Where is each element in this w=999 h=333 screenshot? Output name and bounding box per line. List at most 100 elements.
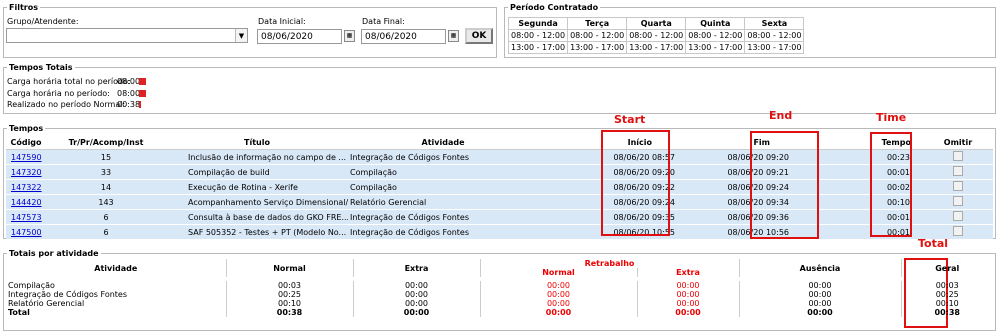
normal-cell: 00:10	[225, 299, 353, 308]
geral-cell: 00:10	[900, 299, 993, 308]
omitir-checkbox[interactable]	[923, 209, 993, 225]
codigo-link[interactable]: 147573	[6, 209, 46, 225]
table-row[interactable]: 147320 33 Compilação de build Compilação…	[6, 164, 993, 180]
period-cell: 08:00 - 12:00	[744, 29, 805, 42]
bar-icon	[139, 78, 146, 85]
codigo-link-text[interactable]: 147322	[11, 183, 42, 192]
ret-normal-cell: 00:00	[479, 290, 637, 299]
period-cell: 08:00 - 12:00	[685, 29, 746, 42]
col-header: Atividade	[348, 135, 538, 150]
geral-cell: 00:38	[900, 308, 993, 317]
ausencia-cell: 00:00	[738, 281, 901, 290]
codigo-link[interactable]: 147322	[6, 179, 46, 195]
carga-total-value: 08:00	[117, 77, 141, 86]
bar-icon	[139, 101, 141, 108]
bar-icon	[139, 90, 146, 97]
period-cell: 08:00 - 12:00	[507, 29, 569, 42]
data-inicial-input[interactable]: 08/06/2020	[257, 29, 342, 44]
period-cell: 13:00 - 17:00	[567, 41, 628, 54]
end-highlight-box	[750, 131, 819, 239]
checkbox-icon[interactable]	[953, 196, 963, 206]
ausencia-cell: 00:00	[738, 308, 901, 317]
carga-label: Carga horária no período:	[7, 89, 110, 98]
checkbox-icon[interactable]	[953, 181, 963, 191]
tr-cell: 6	[46, 224, 166, 239]
codigo-link-text[interactable]: 147500	[11, 228, 42, 237]
atividade-cell: Integração de Códigos Fontes	[8, 290, 128, 299]
atividade-cell: Relatório Gerencial	[348, 194, 538, 210]
table-row: Integração de Códigos Fontes 00:25 00:00…	[6, 290, 993, 299]
table-row: Relatório Gerencial 00:10 00:00 00:00 00…	[6, 299, 993, 308]
normal-cell: 00:38	[225, 308, 353, 317]
codigo-link-text[interactable]: 147590	[11, 153, 42, 162]
calendar-icon[interactable]: ▦	[448, 30, 459, 42]
col-header: Geral	[900, 259, 993, 277]
realizado-label: Realizado no período Normal:	[7, 100, 126, 109]
normal-cell: 00:03	[225, 281, 353, 290]
ret-extra-cell: 00:00	[636, 299, 739, 308]
checkbox-icon[interactable]	[953, 211, 963, 221]
time-highlight-box	[870, 132, 912, 237]
col-header: Código	[6, 135, 46, 150]
codigo-link[interactable]: 147590	[6, 149, 46, 165]
realizado-value: 00:38	[117, 100, 141, 109]
ret-normal-cell: 00:00	[479, 281, 637, 290]
carga-total-label: Carga horária total no período:	[7, 77, 131, 86]
chevron-down-icon[interactable]: ▼	[235, 29, 247, 42]
tr-cell: 14	[46, 179, 166, 195]
end-annotation: End	[769, 109, 793, 122]
tempos-totais-panel: Tempos Totais	[3, 63, 996, 114]
codigo-link[interactable]: 147320	[6, 164, 46, 180]
ok-button[interactable]: OK	[465, 28, 493, 44]
tr-cell: 33	[46, 164, 166, 180]
table-row[interactable]: 147590 15 Inclusão de informação no camp…	[6, 149, 993, 165]
titulo-cell: SAF 505352 - Testes + PT (Modelo No...	[166, 224, 348, 239]
total-row: Total 00:38 00:00 00:00 00:00 00:00 00:3…	[6, 308, 993, 317]
total-label: Total	[8, 308, 30, 317]
tr-cell: 143	[46, 194, 166, 210]
col-header: Omitir	[923, 135, 993, 150]
col-header: Atividade	[94, 263, 138, 273]
calendar-icon[interactable]: ▦	[344, 30, 355, 42]
omitir-checkbox[interactable]	[923, 194, 993, 210]
day-header: Segunda	[507, 17, 569, 30]
titulo-cell: Compilação de build	[166, 164, 348, 180]
checkbox-icon[interactable]	[953, 226, 963, 236]
table-row[interactable]: 144420 143 Acompanhamento Serviço Dimens…	[6, 194, 993, 210]
data-final-label: Data Final:	[362, 17, 405, 26]
col-header: Normal	[225, 259, 353, 277]
day-header: Quinta	[685, 17, 746, 30]
omitir-checkbox[interactable]	[923, 179, 993, 195]
table-row[interactable]: 147322 14 Execução de Rotina - Xerife Co…	[6, 179, 993, 195]
period-cell: 13:00 - 17:00	[626, 41, 687, 54]
data-final-input[interactable]: 08/06/2020	[361, 29, 446, 44]
codigo-link-text[interactable]: 147320	[11, 168, 42, 177]
omitir-checkbox[interactable]	[923, 164, 993, 180]
period-cell: 13:00 - 17:00	[744, 41, 805, 54]
ret-extra-cell: 00:00	[636, 290, 739, 299]
normal-cell: 00:25	[225, 290, 353, 299]
start-annotation: Start	[614, 113, 646, 126]
checkbox-icon[interactable]	[953, 151, 963, 161]
atividade-cell: Integração de Códigos Fontes	[348, 209, 538, 225]
grupo-select[interactable]: ▼	[6, 28, 248, 43]
codigo-link[interactable]: 144420	[6, 194, 46, 210]
extra-cell: 00:00	[352, 299, 480, 308]
codigo-link-text[interactable]: 147573	[11, 213, 42, 222]
extra-cell: 00:00	[352, 290, 480, 299]
atividade-cell: Compilação	[8, 281, 55, 290]
table-row[interactable]: 147500 6 SAF 505352 - Testes + PT (Model…	[6, 224, 993, 239]
col-header: Retrabalho	[479, 259, 739, 268]
omitir-checkbox[interactable]	[923, 149, 993, 165]
col-header: Título	[166, 135, 348, 150]
codigo-link-text[interactable]: 144420	[11, 198, 42, 207]
tr-cell: 15	[46, 149, 166, 165]
atividade-cell: Integração de Códigos Fontes	[348, 224, 538, 239]
carga-value: 08:00	[117, 89, 141, 98]
table-row[interactable]: 147573 6 Consulta à base de dados do GKO…	[6, 209, 993, 225]
checkbox-icon[interactable]	[953, 166, 963, 176]
titulo-cell: Acompanhamento Serviço Dimensional/...	[166, 194, 348, 210]
codigo-link[interactable]: 147500	[6, 224, 46, 239]
day-header: Sexta	[744, 17, 805, 30]
extra-cell: 00:00	[352, 308, 480, 317]
